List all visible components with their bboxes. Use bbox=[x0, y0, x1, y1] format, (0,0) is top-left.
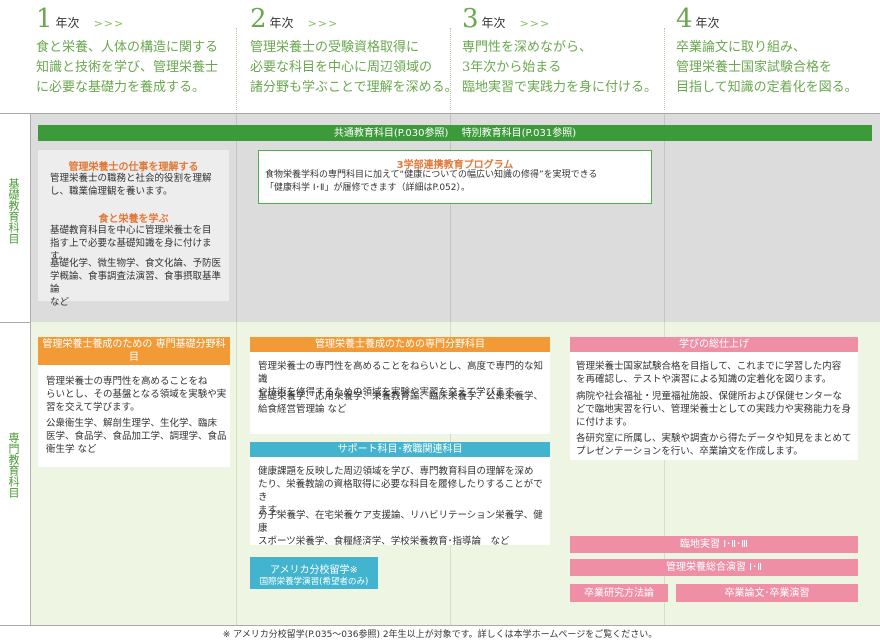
food-nutrition-heading: 食と栄養を学ぶ bbox=[98, 214, 169, 225]
year-divider bbox=[450, 114, 451, 322]
year-3-number: 3 bbox=[462, 4, 479, 34]
specialty-subjects: 基礎栄養学、応用栄養学、栄養教育論、臨床栄養学、公衆栄養学、 給食経営管理論 な… bbox=[258, 391, 544, 415]
header-divider bbox=[664, 28, 665, 110]
year-4-label: 年次 bbox=[695, 16, 720, 30]
year-3-label: 年次 bbox=[481, 16, 506, 30]
support-box: 健康課題を反映した周辺領域を学び、専門教育科目の理解を深め たり、栄養教諭の資格… bbox=[250, 457, 550, 547]
section-divider bbox=[0, 625, 880, 626]
footnote: ※ アメリカ分校留学(P.035〜036参照) 2年生以上が対象です。詳しくは本… bbox=[222, 630, 658, 640]
america-study-box: アメリカ分校留学※ 国際栄養学演習(希望者のみ) bbox=[250, 557, 378, 589]
year-divider bbox=[236, 322, 237, 625]
foundation-text: 管理栄養士の専門性を高めることをね らいとし、その基盤となる領域を実験や実 習を… bbox=[46, 376, 227, 413]
foundation-subjects: 公衆衛生学、解剖生理学、生化学、臨床 医学、食品学、食品加工学、調理学、食品 衛… bbox=[46, 418, 227, 455]
specialized-education-label: 専門教育科目 bbox=[7, 432, 20, 498]
year-2-label: 年次 bbox=[269, 16, 294, 30]
year-divider bbox=[236, 114, 237, 322]
finish-box: 管理栄養士国家試験合格を目指して、これまでに学習した内容 を再確認し、テストや演… bbox=[570, 352, 858, 460]
year-4-heading: 4 年次 bbox=[676, 4, 734, 34]
comprehensive-exercise-bar: 管理栄養総合演習 Ⅰ･Ⅱ bbox=[570, 559, 858, 576]
year-1-label: 年次 bbox=[55, 16, 80, 30]
year-1-arrow: >>> bbox=[93, 17, 125, 30]
label-column-divider bbox=[30, 114, 31, 625]
america-study-sub: 国際栄養学演習(希望者のみ) bbox=[259, 577, 369, 587]
year-2-description: 管理栄養士の受験資格取得に 必要な科目を中心に周辺領域の 諸分野も学ぶことで理解… bbox=[250, 40, 458, 95]
support-title: サポート科目･教職関連科目 bbox=[250, 442, 550, 457]
year-1-description: 食と栄養、人体の構造に関する 知識と技術を学び、管理栄養士 に必要な基礎力を養成… bbox=[36, 40, 219, 95]
rinchi-practice-bar: 臨地実習 Ⅰ･Ⅱ･Ⅲ bbox=[570, 536, 858, 553]
year-2-heading: 2 年次 >>> bbox=[250, 4, 338, 34]
program-text: 食物栄養学科の専門科目に加えて“健康についての幅広い知識の修得”を実現できる 「… bbox=[265, 170, 598, 193]
support-subjects: 分子栄養学、在宅栄養ケア支援論、リハビリテーション栄養学、健康 スポーツ栄養学、… bbox=[258, 510, 543, 547]
research-method-bar: 卒業研究方法論 bbox=[570, 584, 668, 602]
year-2-number: 2 bbox=[250, 4, 267, 34]
year-1-number: 1 bbox=[36, 4, 53, 34]
understand-job-heading: 管理栄養士の仕事を理解する bbox=[68, 162, 199, 173]
finish-text-2: 病院や社会福祉・児童福祉施設、保健所および保健センターな どで臨地実習を行い、管… bbox=[576, 391, 852, 428]
specialty-box: 管理栄養士の専門性を高めることをねらいとし、高度で専門的な知識 や技術を修得する… bbox=[250, 352, 550, 434]
header-divider bbox=[236, 28, 237, 110]
basic-education-label: 基礎教育科目 bbox=[7, 178, 20, 244]
header-divider bbox=[450, 28, 451, 110]
year-3-arrow: >>> bbox=[519, 17, 551, 30]
year-4-description: 卒業論文に取り組み、 管理栄養士国家試験合格を 目指して知識の定着化を図る。 bbox=[676, 40, 858, 95]
year-4-number: 4 bbox=[676, 4, 693, 34]
specialty-title: 管理栄養士養成のための専門分野科目 bbox=[250, 337, 550, 352]
foundation-box: 管理栄養士の専門性を高めることをね らいとし、その基盤となる領域を実験や実 習を… bbox=[38, 365, 230, 467]
foundation-title: 管理栄養士養成のための 専門基礎分野科目 bbox=[38, 337, 230, 365]
year-3-heading: 3 年次 >>> bbox=[462, 4, 550, 34]
basic-subjects-list: 基礎化学、微生物学、食文化論、予防医 学概論、食事調査法演習、食事摂取基準論 な… bbox=[50, 258, 222, 308]
finish-title: 学びの総仕上げ bbox=[570, 337, 858, 352]
common-education-bar: 共通教育科目(P.030参照) 特別教育科目(P.031参照) bbox=[38, 125, 872, 141]
year-2-arrow: >>> bbox=[307, 17, 339, 30]
graduation-thesis-bar: 卒業論文･卒業演習 bbox=[676, 584, 858, 602]
year-3-description: 専門性を深めながら、 3年次から始まる 臨地実習で実践力を身に付ける。 bbox=[462, 40, 658, 95]
america-study-title: アメリカ分校留学※ bbox=[270, 565, 358, 576]
year-divider bbox=[664, 114, 665, 322]
year-1-heading: 1 年次 >>> bbox=[36, 4, 124, 34]
finish-text-1: 管理栄養士国家試験合格を目指して、これまでに学習した内容 を再確認し、テストや演… bbox=[576, 361, 842, 385]
basic-education-box: 管理栄養士の仕事を理解する 管理栄養士の職務と社会的役割を理解 し、職業倫理観を… bbox=[38, 150, 229, 308]
finish-text-3: 各研究室に所属し、実験や調査から得たデータや知見をまとめて プレゼンテーションを… bbox=[576, 433, 852, 457]
understand-job-text: 管理栄養士の職務と社会的役割を理解 し、職業倫理観を養います。 bbox=[50, 173, 212, 197]
program-box: 3学部連携教育プログラム 食物栄養学科の専門科目に加えて“健康についての幅広い知… bbox=[258, 150, 652, 204]
